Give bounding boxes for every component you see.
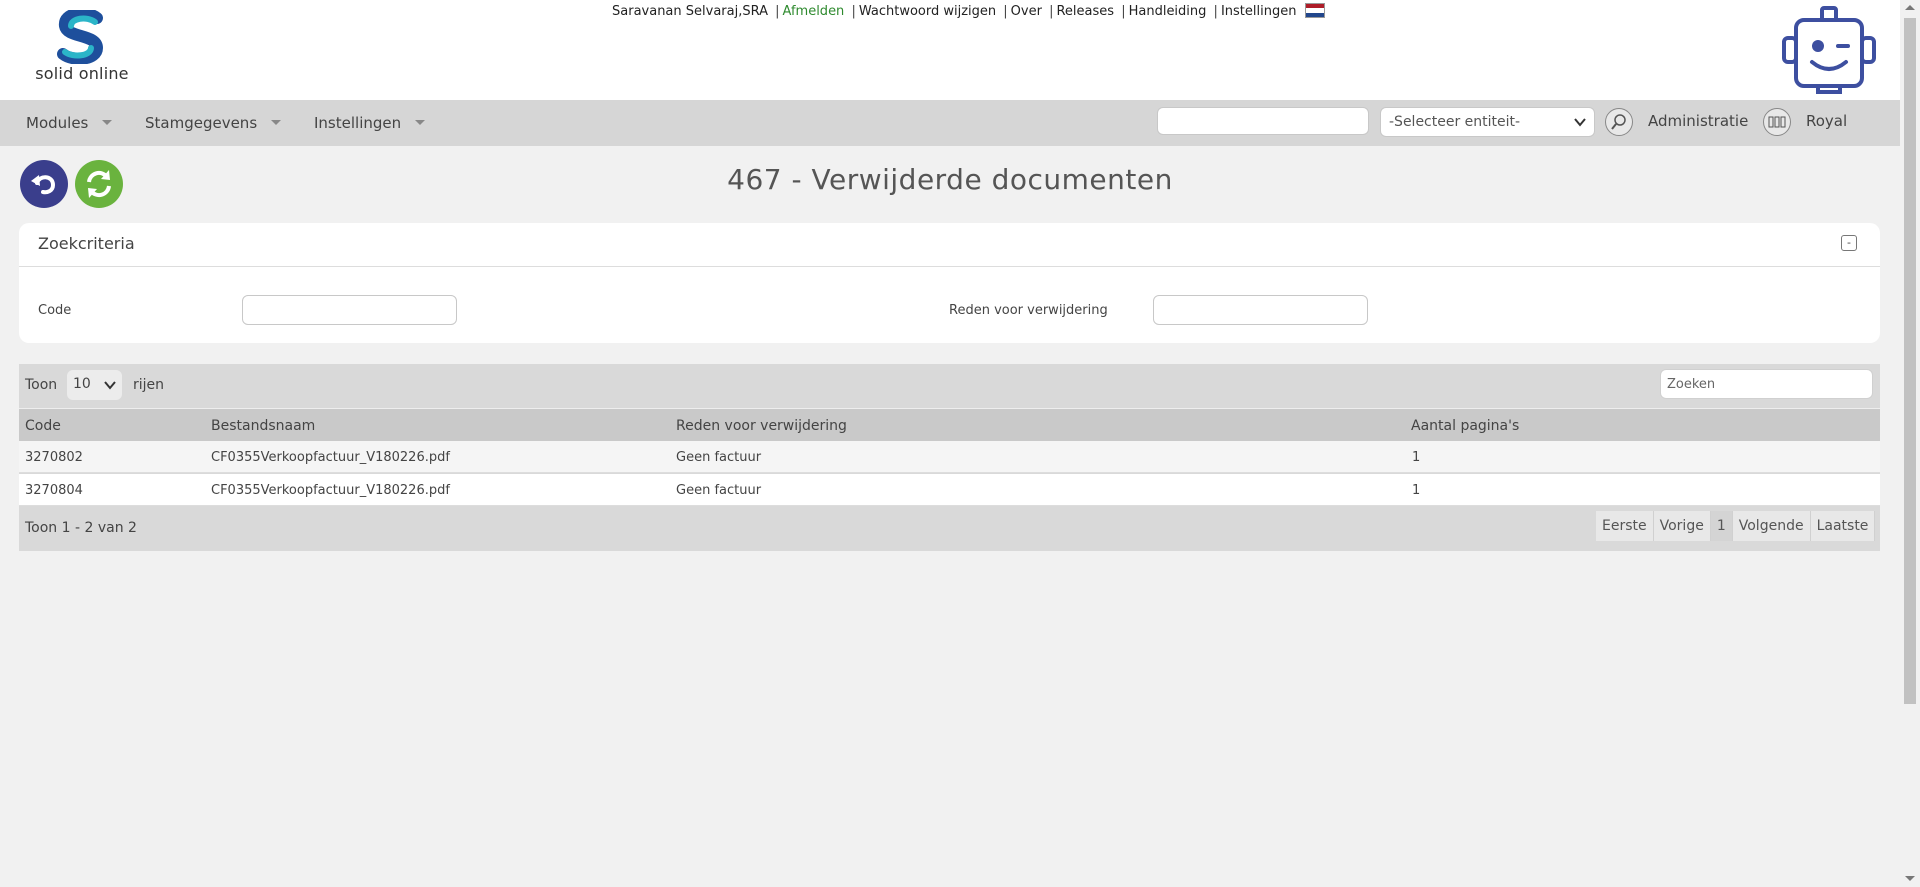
about-link[interactable]: Over xyxy=(1011,4,1042,19)
entity-select[interactable]: -Selecteer entiteit- xyxy=(1380,107,1595,137)
chevron-down-icon xyxy=(271,120,282,125)
divider xyxy=(19,266,1880,267)
dutch-flag-icon[interactable] xyxy=(1304,3,1325,18)
user-name: Saravanan Selvaraj,SRA xyxy=(612,4,768,19)
code-label: Code xyxy=(38,303,72,318)
page-length-select[interactable]: 10 xyxy=(67,370,122,400)
chevron-down-icon xyxy=(1574,118,1586,127)
search-icon[interactable] xyxy=(1605,108,1633,136)
table-search-input[interactable]: Zoeken xyxy=(1660,369,1873,399)
nav-modules-label: Modules xyxy=(26,114,89,132)
robot-mascot-icon xyxy=(1782,6,1876,94)
nav-stamgegevens[interactable]: Stamgegevens xyxy=(145,114,282,132)
table-header: Code Bestandsnaam Reden voor verwijderin… xyxy=(19,408,1880,441)
scrollbar-thumb[interactable] xyxy=(1904,18,1916,704)
rows-label: rijen xyxy=(133,377,165,393)
cell-pages: 1 xyxy=(1412,450,1421,465)
cell-reason: Geen factuur xyxy=(676,450,762,465)
current-page-button[interactable]: 1 xyxy=(1710,511,1733,541)
manual-link[interactable]: Handleiding xyxy=(1129,4,1207,19)
search-criteria-panel: Zoekcriteria - Code Reden voor verwijder… xyxy=(19,223,1880,343)
cell-filename: CF0355Verkoopfactuur_V180226.pdf xyxy=(211,483,450,498)
logo-s-icon xyxy=(57,10,104,64)
previous-page-button[interactable]: Vorige xyxy=(1653,511,1711,541)
pagination: Eerste Vorige 1 Volgende Laatste xyxy=(1596,511,1876,541)
administratie-label[interactable]: Administratie xyxy=(1648,112,1748,130)
scroll-down-icon[interactable] xyxy=(1905,876,1915,881)
cell-reason: Geen factuur xyxy=(676,483,762,498)
collapse-button[interactable]: - xyxy=(1841,235,1857,251)
cell-code: 3270802 xyxy=(25,450,83,465)
cell-pages: 1 xyxy=(1412,483,1421,498)
results-table-container: Toon 10 rijen Zoeken Code Bestandsnaam R… xyxy=(19,364,1880,551)
logout-link[interactable]: Afmelden xyxy=(783,4,845,19)
chevron-down-icon xyxy=(102,120,113,125)
chevron-down-icon xyxy=(415,120,426,125)
nav-search-input[interactable] xyxy=(1157,107,1369,135)
company-name[interactable]: Royal xyxy=(1806,112,1847,130)
column-header-pages[interactable]: Aantal pagina's xyxy=(1411,418,1519,434)
search-criteria-title: Zoekcriteria xyxy=(38,234,135,253)
column-header-reason[interactable]: Reden voor verwijdering xyxy=(676,418,847,434)
cell-code: 3270804 xyxy=(25,483,83,498)
solid-online-logo[interactable]: solid online xyxy=(32,10,132,90)
vertical-scrollbar[interactable] xyxy=(1900,0,1920,887)
nav-modules[interactable]: Modules xyxy=(26,114,113,132)
logo-text: solid online xyxy=(35,64,129,83)
change-password-link[interactable]: Wachtwoord wijzigen xyxy=(859,4,996,19)
binders-icon[interactable] xyxy=(1763,108,1791,136)
next-page-button[interactable]: Volgende xyxy=(1732,511,1811,541)
nav-instellingen-label: Instellingen xyxy=(314,114,402,132)
header: solid online Saravanan Selvaraj,SRA | Afm… xyxy=(0,0,1920,100)
chevron-down-icon xyxy=(104,381,116,390)
scroll-up-icon[interactable] xyxy=(1905,5,1915,10)
nav-instellingen[interactable]: Instellingen xyxy=(314,114,426,132)
page-title: 467 - Verwijderde documenten xyxy=(727,163,1173,196)
top-links: Saravanan Selvaraj,SRA | Afmelden | Wachtw… xyxy=(612,3,1325,19)
show-label: Toon xyxy=(25,377,58,393)
reason-input[interactable] xyxy=(1153,295,1368,325)
table-row[interactable]: 3270804 CF0355Verkoopfactuur_V180226.pdf… xyxy=(19,474,1880,506)
first-page-button[interactable]: Eerste xyxy=(1596,511,1654,541)
table-row[interactable]: 3270802 CF0355Verkoopfactuur_V180226.pdf… xyxy=(19,441,1880,473)
cell-filename: CF0355Verkoopfactuur_V180226.pdf xyxy=(211,450,450,465)
nav-stamgegevens-label: Stamgegevens xyxy=(145,114,258,132)
releases-link[interactable]: Releases xyxy=(1056,4,1114,19)
column-header-filename[interactable]: Bestandsnaam xyxy=(211,418,315,434)
table-info: Toon 1 - 2 van 2 xyxy=(25,520,137,536)
reason-label: Reden voor verwijdering xyxy=(949,303,1108,318)
last-page-button[interactable]: Laatste xyxy=(1810,511,1876,541)
entity-select-value: -Selecteer entiteit- xyxy=(1389,114,1521,130)
settings-link[interactable]: Instellingen xyxy=(1221,4,1297,19)
page-length-value: 10 xyxy=(73,376,91,392)
code-input[interactable] xyxy=(242,295,457,325)
column-header-code[interactable]: Code xyxy=(25,418,61,434)
